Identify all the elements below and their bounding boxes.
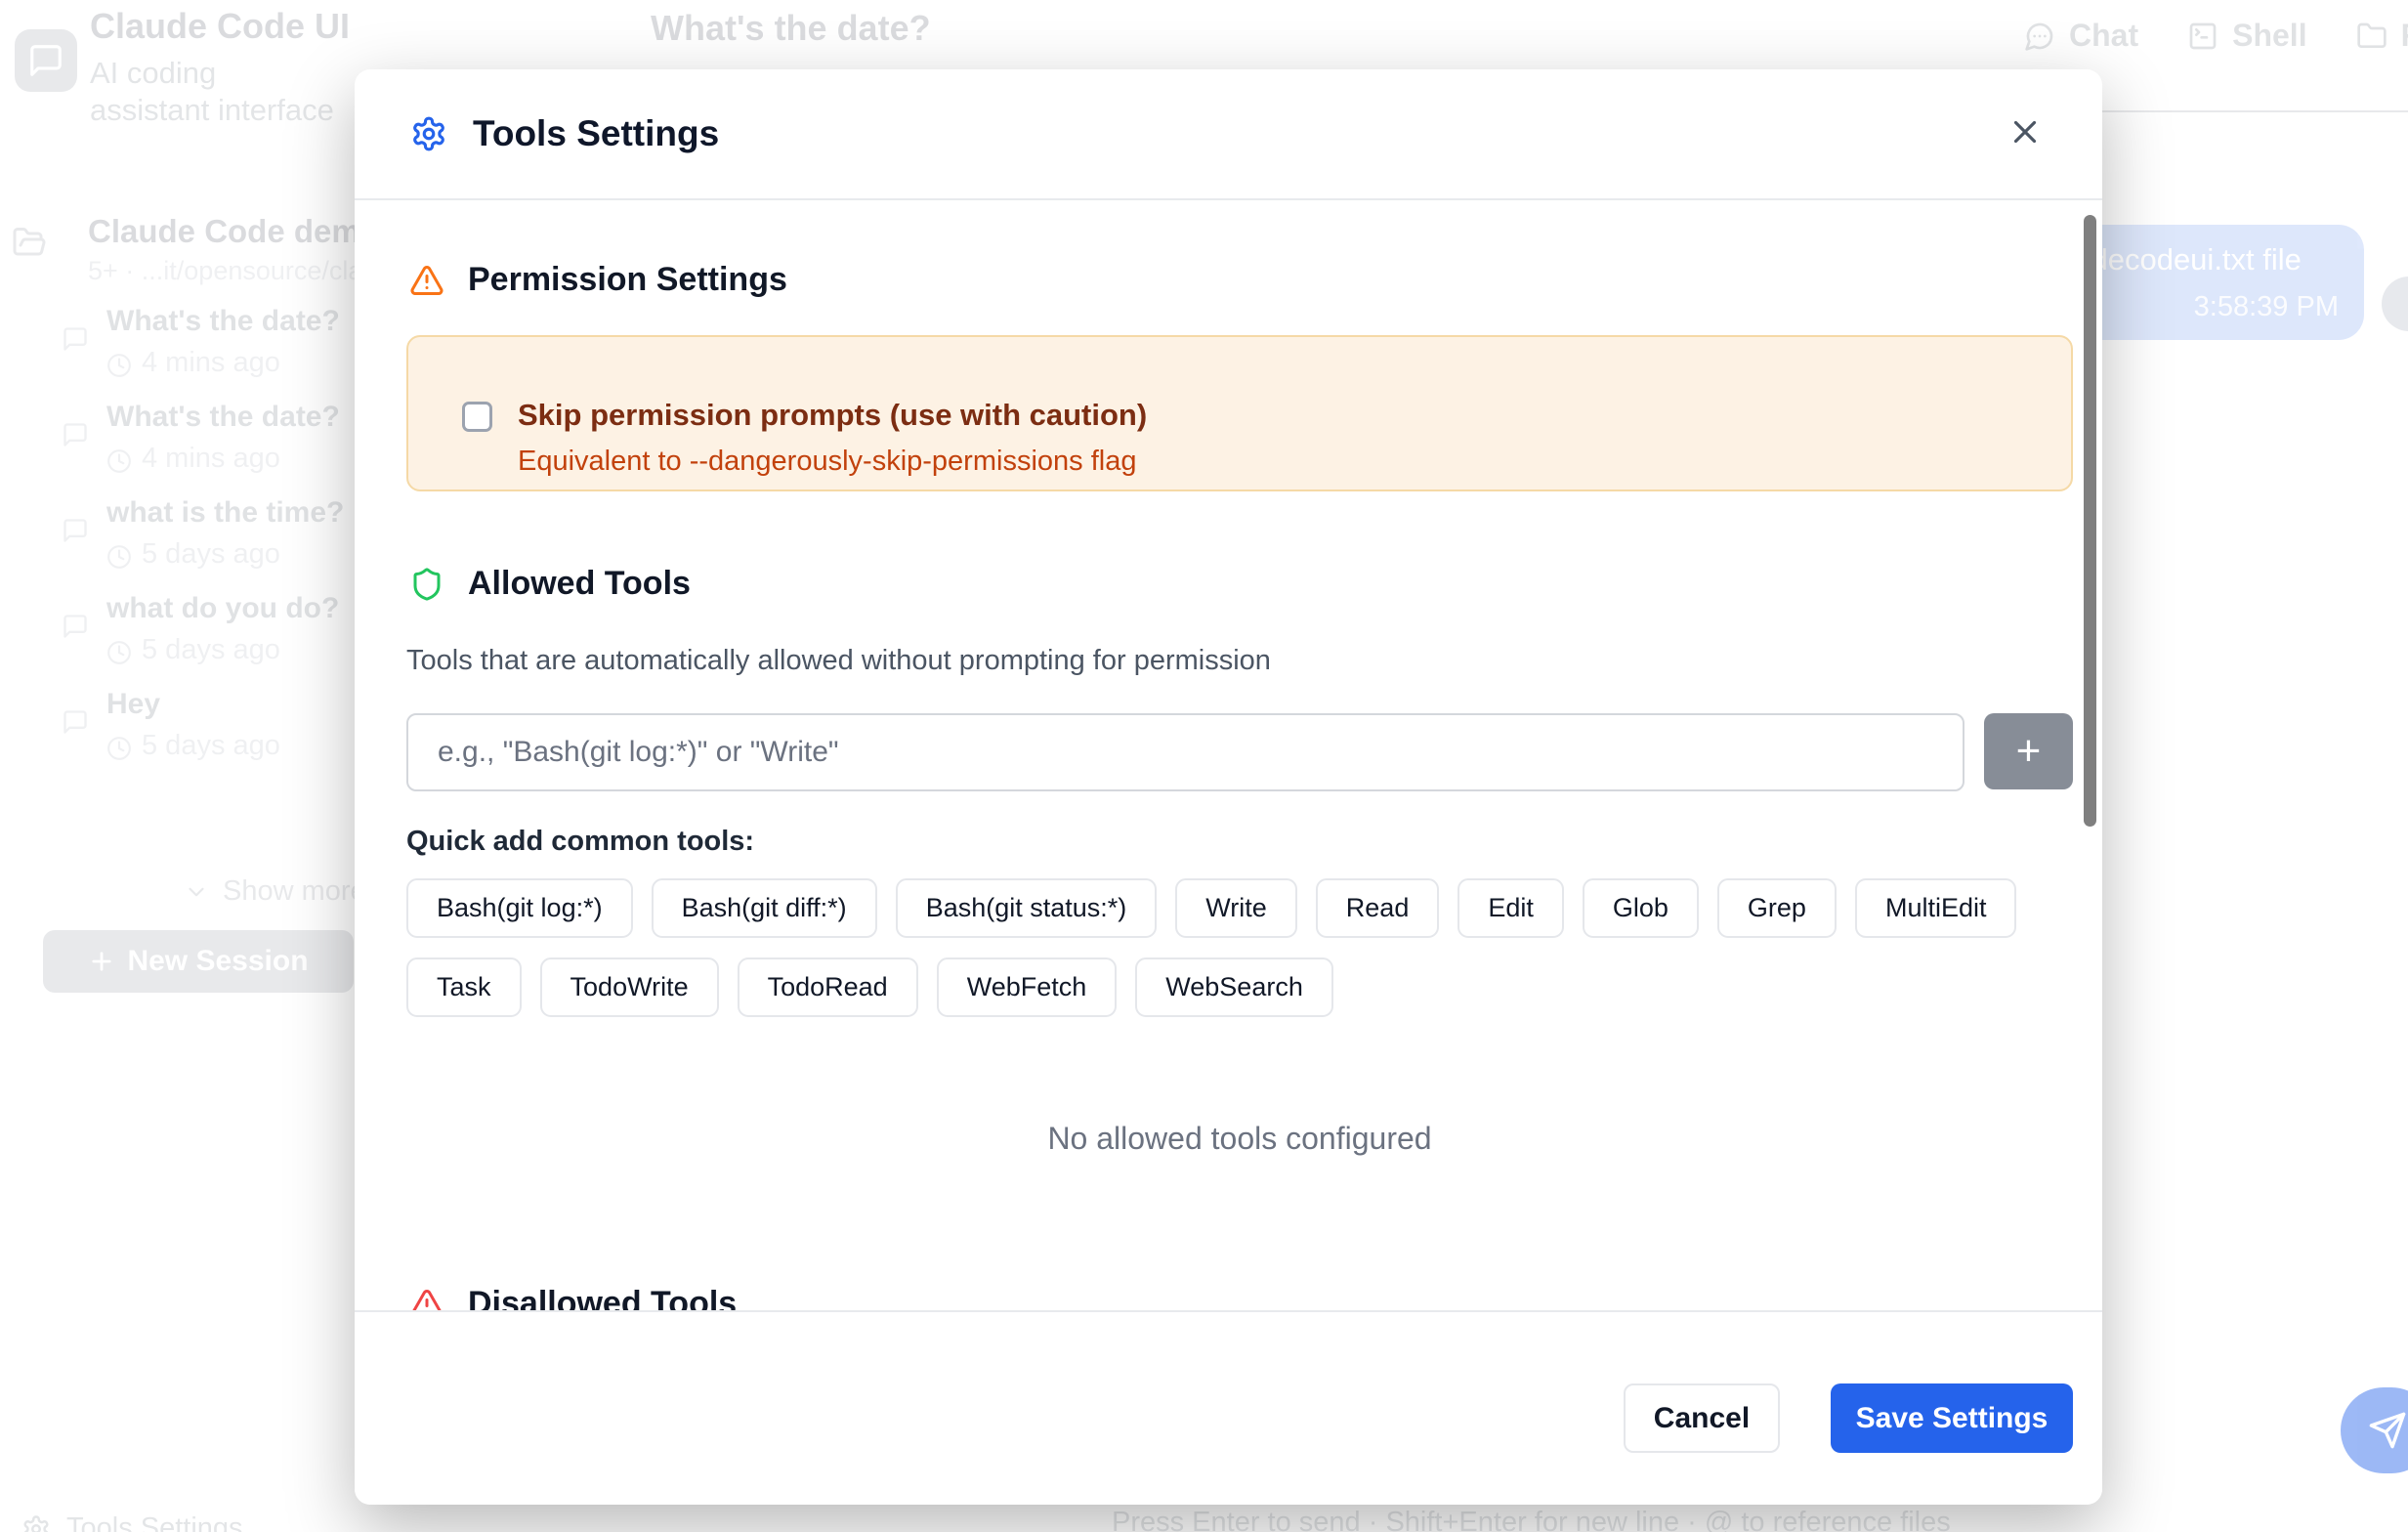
modal-body: Permission Settings Skip permission prom… <box>355 200 2102 1310</box>
gear-icon <box>410 115 447 152</box>
quick-tool-button[interactable]: WebSearch <box>1135 958 1333 1017</box>
quick-tool-button[interactable]: Bash(git diff:*) <box>652 878 877 938</box>
shield-icon <box>409 567 444 602</box>
send-icon <box>2368 1411 2407 1450</box>
warning-triangle-icon <box>409 1287 444 1311</box>
quick-tool-button[interactable]: Glob <box>1583 878 1699 938</box>
quick-tool-button[interactable]: TodoWrite <box>540 958 719 1017</box>
quick-add-label: Quick add common tools: <box>406 826 754 858</box>
skip-permissions-label: Skip permission prompts (use with cautio… <box>518 398 1147 433</box>
quick-tool-button[interactable]: Bash(git status:*) <box>896 878 1158 938</box>
allowed-tools-title: Allowed Tools <box>468 565 691 603</box>
tools-settings-modal: Tools Settings Permission Settings Skip … <box>355 69 2102 1505</box>
add-tool-button[interactable]: + <box>1984 713 2073 789</box>
allowed-tools-heading: Allowed Tools <box>409 565 691 603</box>
disallowed-tools-title: Disallowed Tools <box>468 1285 737 1310</box>
modal-header: Tools Settings <box>355 69 2102 200</box>
permission-settings-title: Permission Settings <box>468 261 787 299</box>
disallowed-tools-heading: Disallowed Tools <box>409 1285 737 1310</box>
modal-scrollbar-thumb[interactable] <box>2084 215 2096 827</box>
quick-tool-button[interactable]: MultiEdit <box>1855 878 2017 938</box>
quick-tool-button[interactable]: Task <box>406 958 522 1017</box>
quick-tool-button[interactable]: Edit <box>1457 878 1564 938</box>
save-settings-button[interactable]: Save Settings <box>1831 1383 2073 1453</box>
skip-permissions-checkbox[interactable] <box>462 402 492 432</box>
quick-tool-button[interactable]: TodoRead <box>738 958 918 1017</box>
permission-settings-heading: Permission Settings <box>409 261 787 299</box>
quick-tools-list: Bash(git log:*) Bash(git diff:*) Bash(gi… <box>406 878 2087 1017</box>
modal-title: Tools Settings <box>473 113 719 154</box>
allowed-tools-description: Tools that are automatically allowed wit… <box>406 645 1271 677</box>
skip-permissions-box: Skip permission prompts (use with cautio… <box>406 335 2073 491</box>
skip-permissions-description: Equivalent to --dangerously-skip-permiss… <box>518 446 1147 478</box>
quick-tool-button[interactable]: Bash(git log:*) <box>406 878 633 938</box>
quick-tool-button[interactable]: Read <box>1316 878 1440 938</box>
add-tool-row: + <box>406 713 2073 791</box>
quick-tool-button[interactable]: WebFetch <box>937 958 1118 1017</box>
screen: Claude Code UI AI coding assistant inter… <box>0 0 2408 1532</box>
send-button[interactable] <box>2341 1387 2408 1473</box>
modal-footer: Cancel Save Settings <box>355 1310 2102 1505</box>
cancel-button[interactable]: Cancel <box>1624 1383 1780 1453</box>
quick-tool-button[interactable]: Grep <box>1717 878 1837 938</box>
close-icon <box>2007 113 2044 150</box>
allowed-tool-input[interactable] <box>406 713 1964 791</box>
quick-tool-button[interactable]: Write <box>1175 878 1297 938</box>
allowed-tools-empty-state: No allowed tools configured <box>406 1121 2073 1157</box>
close-button[interactable] <box>2004 111 2047 154</box>
warning-triangle-icon <box>409 263 444 298</box>
